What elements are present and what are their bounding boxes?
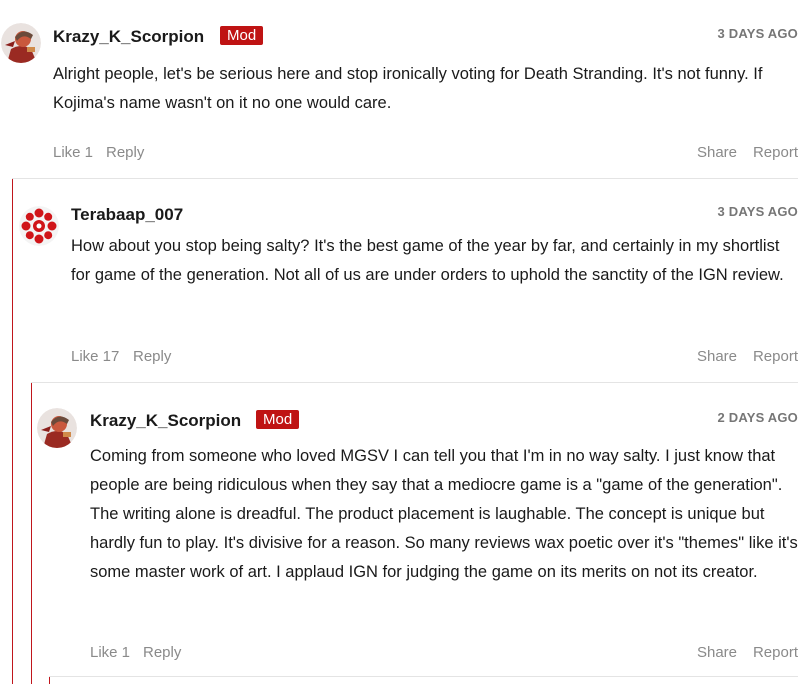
reply-button[interactable]: Reply [143,644,181,661]
comment: Krazy_K_Scorpion Mod 2 DAYS AGO Coming f… [90,404,798,674]
user-avatar[interactable] [1,23,41,63]
comment-username[interactable]: Krazy_K_Scorpion [90,411,241,431]
scorpion-avatar-icon [37,408,77,448]
comment-body: Alright people, let's be serious here an… [53,65,763,112]
comment-divider [12,178,798,179]
ign-logo-icon [19,206,59,246]
scorpion-avatar-icon [1,23,41,63]
share-button[interactable]: Share [697,348,737,365]
comment-username[interactable]: Krazy_K_Scorpion [53,27,204,47]
comment-body: How about you stop being salty? It's the… [71,237,784,284]
comment-timestamp: 3 DAYS AGO [717,26,798,41]
share-button[interactable]: Share [697,144,737,161]
comment-timestamp: 3 DAYS AGO [717,204,798,219]
like-button[interactable]: Like 17 [71,348,119,365]
comment: Krazy_K_Scorpion Mod 3 DAYS AGO Alright … [53,20,798,170]
comment: Terabaap_007 3 DAYS AGO How about you st… [71,198,798,373]
reply-button[interactable]: Reply [133,348,171,365]
reply-button[interactable]: Reply [106,144,144,161]
mod-badge: Mod [220,26,264,45]
report-button[interactable]: Report [753,348,798,365]
comment-divider [31,382,798,383]
comment-body: Coming from someone who loved MGSV I can… [90,447,798,581]
thread-line-level-2 [31,382,32,684]
user-avatar[interactable] [19,206,59,246]
like-button[interactable]: Like 1 [90,644,130,661]
mod-badge: Mod [256,410,300,429]
user-avatar[interactable] [37,408,77,448]
report-button[interactable]: Report [753,144,798,161]
comment-divider [49,676,798,677]
comment-username[interactable]: Terabaap_007 [71,205,183,225]
thread-line-level-3 [49,676,50,684]
comment-timestamp: 2 DAYS AGO [717,410,798,425]
thread-line-level-1 [12,178,13,684]
share-button[interactable]: Share [697,644,737,661]
like-button[interactable]: Like 1 [53,144,93,161]
report-button[interactable]: Report [753,644,798,661]
